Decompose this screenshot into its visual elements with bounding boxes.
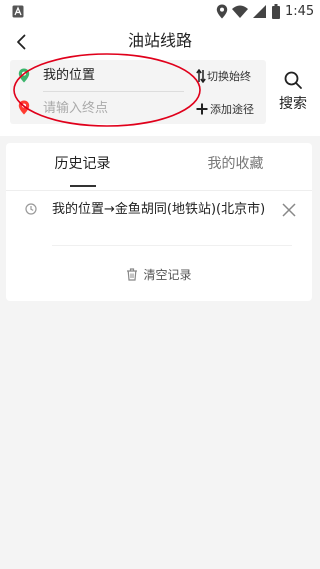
tab-divider <box>6 190 312 191</box>
search-label: 搜索 <box>279 96 307 112</box>
status-time: 1:45 <box>285 4 315 19</box>
tab-history[interactable]: 历史记录 <box>6 153 159 175</box>
clock-icon <box>25 203 37 215</box>
close-icon[interactable] <box>281 202 297 218</box>
clear-history-label: 清空记录 <box>143 268 192 282</box>
tab-favorites[interactable]: 我的收藏 <box>159 153 312 175</box>
wifi-icon <box>232 5 248 18</box>
page-title: 油站线路 <box>127 31 192 50</box>
app-notification-icon <box>12 5 24 18</box>
list-divider <box>52 245 292 246</box>
clear-history-button[interactable]: 清空记录 <box>6 266 312 283</box>
add-waypoint-label: 添加途径 <box>210 103 254 116</box>
search-button[interactable]: 搜索 <box>270 68 316 118</box>
add-waypoint-button[interactable]: 添加途径 <box>196 99 254 119</box>
active-tab-indicator <box>70 185 96 187</box>
annotation-ellipse <box>13 53 201 127</box>
signal-icon <box>253 5 266 18</box>
trash-icon <box>127 268 138 281</box>
swap-label: 切换始终 <box>207 70 251 83</box>
swap-start-end-button[interactable]: 切换始终 <box>196 66 251 86</box>
search-icon <box>284 71 302 89</box>
location-icon <box>216 4 228 19</box>
history-item[interactable]: 我的位置→金鱼胡同(地铁站)(北京市) <box>52 200 274 219</box>
battery-icon <box>272 4 280 19</box>
